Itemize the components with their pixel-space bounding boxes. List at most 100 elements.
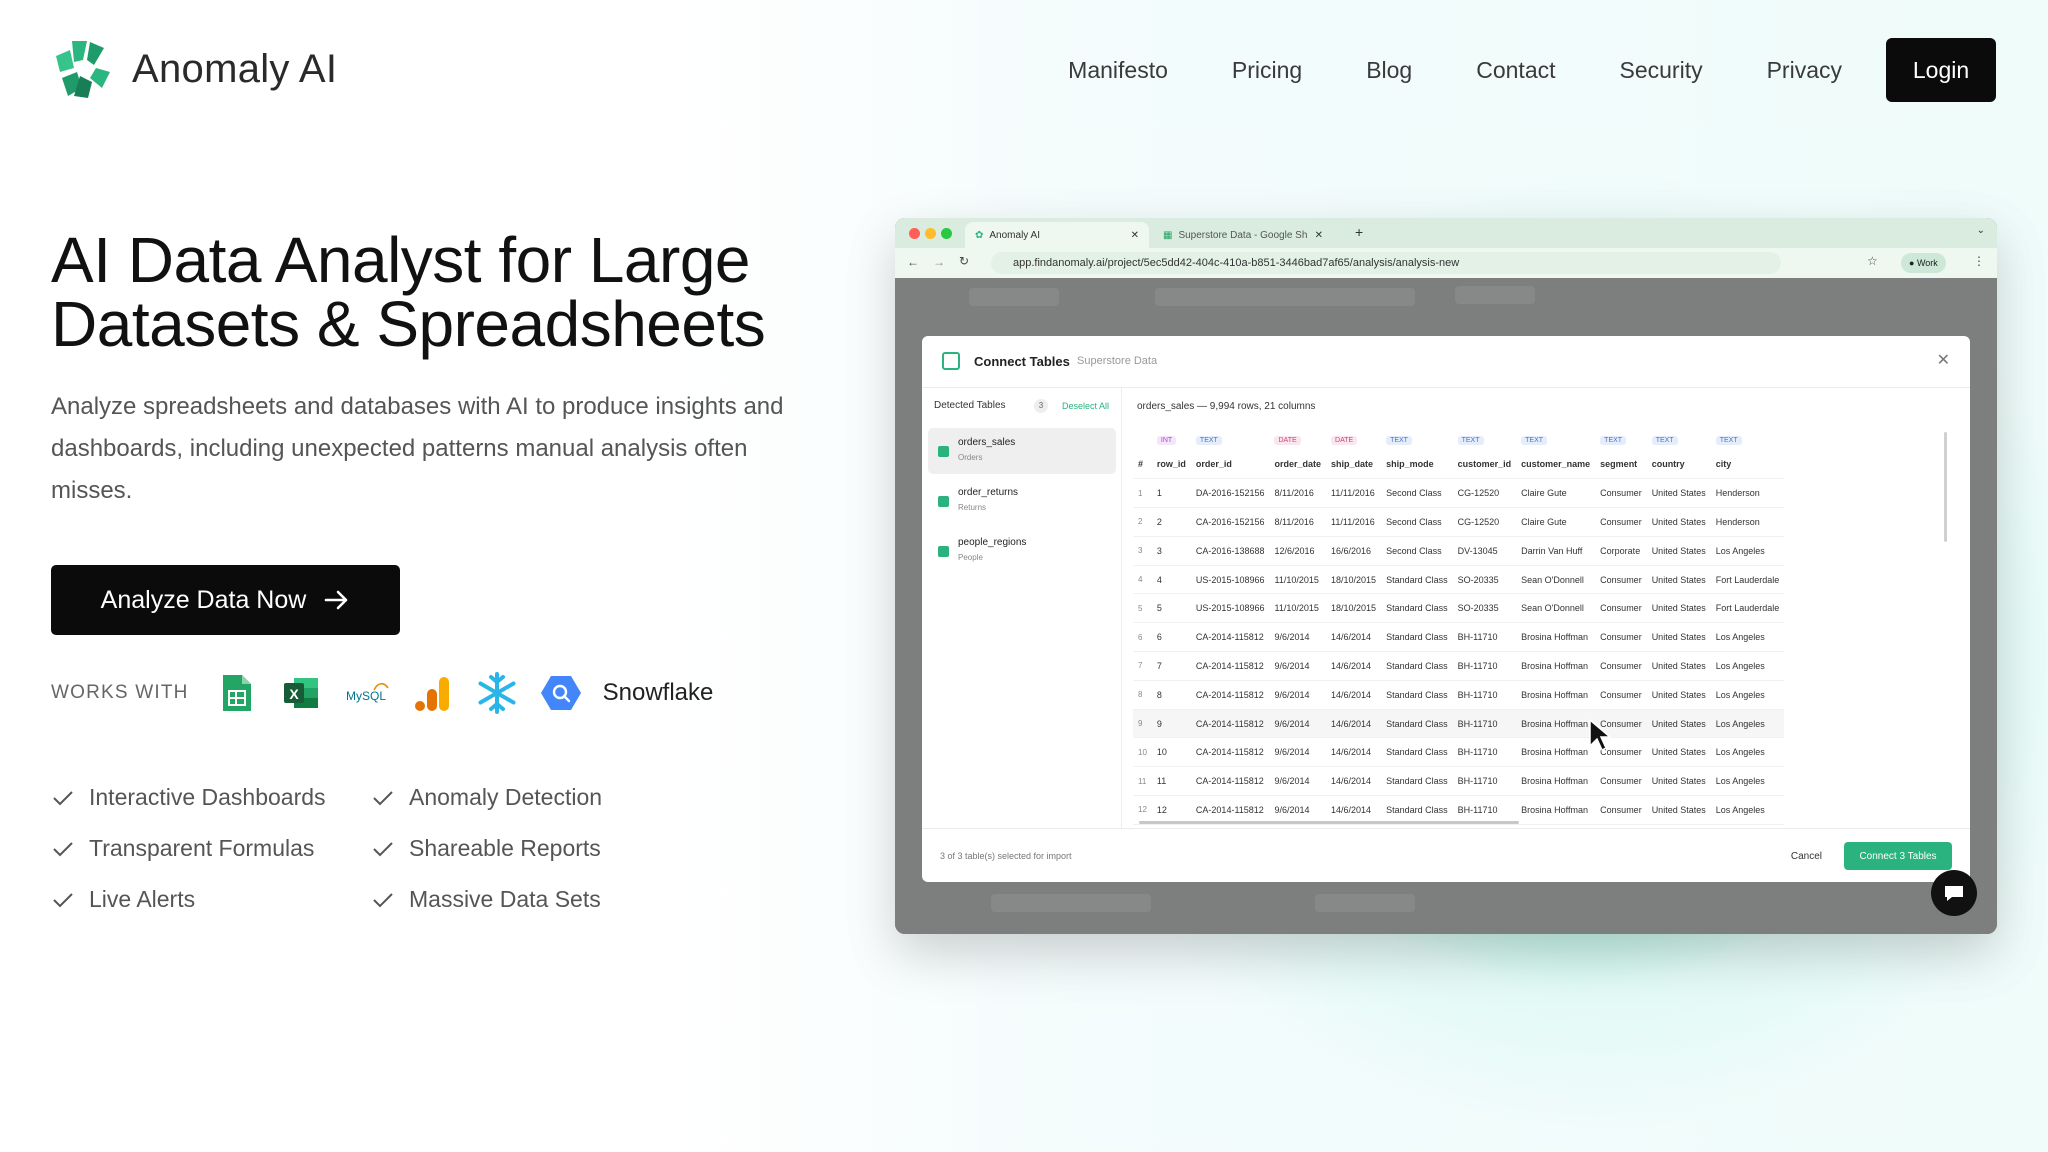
- feature-item: Anomaly Detection: [371, 784, 631, 810]
- table-cell: US-2015-108966: [1190, 565, 1270, 595]
- data-table: INT TEXT DATE DATE TEXT TEXT TEXT TEXT TEXT TEXT …: [1133, 428, 1785, 825]
- table-cell: Second Class: [1381, 536, 1453, 566]
- feature-item: Shareable Reports: [371, 835, 631, 861]
- reload-icon[interactable]: ↻: [959, 254, 969, 268]
- column-header[interactable]: row_id: [1151, 450, 1191, 480]
- column-header[interactable]: customer_id: [1452, 450, 1517, 480]
- arrow-right-icon: [325, 590, 348, 610]
- table-cell: Fort Lauderdale: [1710, 565, 1785, 595]
- google-analytics-icon: [411, 671, 455, 715]
- table-cell: 14/6/2014: [1326, 680, 1382, 710]
- table-checkbox[interactable]: [938, 496, 949, 507]
- column-type-cell: TEXT: [1711, 428, 1785, 450]
- column-header[interactable]: ship_mode: [1381, 450, 1453, 480]
- logo-icon: [56, 41, 110, 98]
- modal-footer: 3 of 3 table(s) selected for import Canc…: [922, 828, 1970, 882]
- table-row: 6 6 CA-2014-115812 9/6/2014 14/6/2014 Standar…: [1133, 622, 1785, 653]
- snowflake-icon: [475, 671, 519, 715]
- tab-close-icon[interactable]: ✕: [1315, 230, 1323, 241]
- table-cell: BH-11710: [1452, 622, 1517, 653]
- table-cell: 6: [1151, 622, 1191, 653]
- nav-link-blog[interactable]: Blog: [1366, 57, 1412, 84]
- nav-link-pricing[interactable]: Pricing: [1232, 57, 1302, 84]
- check-icon: [53, 892, 73, 907]
- column-header[interactable]: customer_name: [1516, 450, 1596, 480]
- table-item-orders[interactable]: orders_sales Orders: [928, 428, 1116, 474]
- table-cell: Brosina Hoffman: [1516, 766, 1596, 797]
- table-cell: Los Angeles: [1710, 709, 1785, 739]
- feature-label: Interactive Dashboards: [89, 784, 326, 810]
- table-item-people[interactable]: people_regions People: [928, 528, 1116, 574]
- cancel-button[interactable]: Cancel: [1778, 843, 1834, 869]
- address-bar[interactable]: app.findanomaly.ai/project/5ec5dd42-404c…: [991, 252, 1781, 274]
- column-type-cell: [1133, 428, 1152, 450]
- brand[interactable]: Anomaly AI: [52, 38, 337, 100]
- column-header[interactable]: segment: [1595, 450, 1647, 480]
- feature-label: Anomaly Detection: [409, 784, 603, 810]
- chat-icon: [1945, 886, 1963, 901]
- column-header[interactable]: city: [1710, 450, 1785, 480]
- table-cell: Sean O'Donnell: [1516, 565, 1596, 595]
- table-cell: Standard Class: [1381, 766, 1453, 797]
- new-tab-icon[interactable]: +: [1355, 224, 1363, 240]
- profile-chip[interactable]: ● Work: [1901, 253, 1946, 273]
- table-cell: United States: [1646, 565, 1711, 595]
- window-maximize-dot: [941, 228, 952, 239]
- table-checkbox[interactable]: [938, 546, 949, 557]
- table-cell: 11/11/2016: [1326, 507, 1382, 537]
- column-type-badge: TEXT: [1521, 435, 1548, 445]
- table-cell: Standard Class: [1381, 565, 1453, 595]
- column-header[interactable]: ship_date: [1326, 450, 1382, 480]
- table-cell: United States: [1646, 622, 1711, 653]
- connect-tables-button[interactable]: Connect 3 Tables: [1844, 842, 1952, 870]
- table-checkbox[interactable]: [938, 446, 949, 457]
- browser-tab-sheets[interactable]: ▦ Superstore Data - Google Sh ✕: [1153, 222, 1333, 248]
- chat-bubble-button[interactable]: [1931, 870, 1977, 916]
- table-row: 10 10 CA-2014-115812 9/6/2014 14/6/2014 Stand…: [1133, 737, 1785, 768]
- table-cell: Fort Lauderdale: [1710, 593, 1785, 624]
- table-cell: Standard Class: [1381, 651, 1453, 681]
- browser-menu-icon[interactable]: ⋮: [1973, 254, 1985, 268]
- table-cell: 7: [1133, 651, 1152, 681]
- login-button[interactable]: Login: [1886, 38, 1996, 102]
- column-header[interactable]: order_date: [1269, 450, 1327, 480]
- feature-list: Interactive Dashboards Anomaly Detection…: [51, 784, 631, 912]
- table-cell: United States: [1646, 593, 1711, 624]
- modal-close-icon[interactable]: ✕: [1937, 350, 1950, 370]
- table-cell: 4: [1151, 565, 1191, 595]
- detected-tables-label: Detected Tables: [934, 400, 1006, 411]
- back-icon[interactable]: ←: [907, 255, 919, 269]
- browser-tab-anomaly[interactable]: ✿ Anomaly AI ✕: [965, 222, 1149, 248]
- horizontal-scrollbar[interactable]: [1139, 821, 1519, 824]
- table-name: orders_sales: [958, 437, 1016, 448]
- forward-icon[interactable]: →: [933, 255, 945, 269]
- column-header[interactable]: order_id: [1190, 450, 1270, 480]
- column-header[interactable]: country: [1646, 450, 1711, 480]
- detected-count-badge: 3: [1034, 399, 1048, 413]
- ghost-block: [991, 894, 1151, 912]
- nav-link-security[interactable]: Security: [1620, 57, 1703, 84]
- bookmark-star-icon[interactable]: ☆: [1867, 254, 1878, 268]
- table-cell: Consumer: [1595, 622, 1647, 653]
- tab-close-icon[interactable]: ✕: [1131, 230, 1139, 241]
- nav-link-manifesto[interactable]: Manifesto: [1068, 57, 1168, 84]
- nav-link-contact[interactable]: Contact: [1476, 57, 1555, 84]
- feature-label: Transparent Formulas: [89, 835, 315, 861]
- table-cell: Claire Gute: [1516, 478, 1596, 509]
- mysql-icon-text: MySQL: [346, 689, 386, 703]
- mysql-icon: MySQL: [343, 671, 391, 715]
- table-cell: CA-2014-115812: [1190, 709, 1270, 739]
- tab-menu-chevron-icon[interactable]: ⌄: [1977, 225, 1985, 236]
- nav-link-privacy[interactable]: Privacy: [1767, 57, 1842, 84]
- table-cell: CG-12520: [1452, 478, 1517, 509]
- table-cell: 2: [1133, 507, 1152, 537]
- column-header[interactable]: #: [1133, 450, 1152, 480]
- analyze-data-button[interactable]: Analyze Data Now: [51, 565, 400, 635]
- table-cell: Consumer: [1595, 593, 1647, 624]
- excel-icon-letter: X: [289, 686, 299, 702]
- vertical-scrollbar[interactable]: [1944, 432, 1947, 542]
- table-cell: 3: [1151, 536, 1191, 566]
- table-item-returns[interactable]: order_returns Returns: [928, 478, 1116, 524]
- deselect-all-link[interactable]: Deselect All: [1062, 401, 1109, 411]
- column-type-cell: DATE: [1269, 428, 1326, 450]
